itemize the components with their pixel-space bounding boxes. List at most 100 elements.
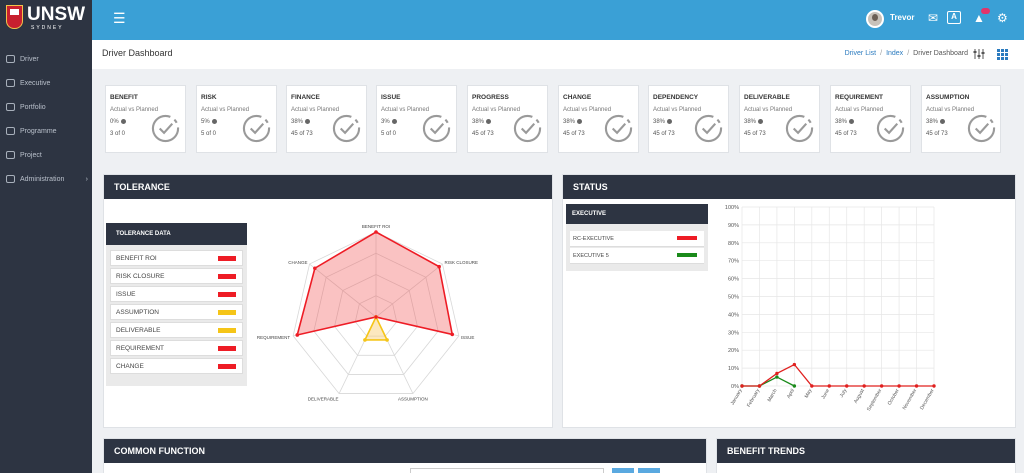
page-header: Driver Dashboard Driver List / Index / D… <box>92 40 1024 69</box>
metric-card-finance[interactable]: FINANCE Actual vs Planned 38% 45 of 73 <box>286 85 367 153</box>
metric-card-change[interactable]: CHANGE Actual vs Planned 38% 45 of 73 <box>558 85 639 153</box>
sidebar-item-label: Driver <box>20 55 39 63</box>
card-count: 45 of 73 <box>291 131 313 137</box>
info-icon[interactable] <box>211 119 217 124</box>
card-percentage-value: 38% <box>472 119 485 126</box>
line-point <box>914 384 919 388</box>
sidebar-item-executive[interactable]: Executive <box>6 76 90 90</box>
metric-card-dependency[interactable]: DEPENDENCY Actual vs Planned 38% 45 of 73 <box>648 85 729 153</box>
x-tick-label: March <box>766 388 778 403</box>
radar-axis-label: RISK CLOSURE <box>444 260 478 265</box>
x-tick-label: August <box>853 387 866 404</box>
status-title: STATUS <box>563 175 1015 199</box>
metric-card-assumption[interactable]: ASSUMPTION Actual vs Planned 38% 45 of 73 <box>921 85 1001 153</box>
info-icon[interactable] <box>577 119 583 124</box>
card-subtitle: Actual vs Planned <box>110 107 159 113</box>
brand-logo[interactable]: UNSW SYDNEY <box>0 0 92 40</box>
sidebar-item-administration[interactable]: Administration › <box>6 172 90 186</box>
card-subtitle: Actual vs Planned <box>201 107 250 113</box>
tolerance-data-table: TOLERANCE DATA BENEFIT ROI RISK CLOSURE IS… <box>106 223 247 386</box>
brand-subtitle: SYDNEY <box>31 25 64 31</box>
tolerance-indicator <box>218 346 236 351</box>
info-icon[interactable] <box>667 119 673 124</box>
x-tick-label: June <box>820 388 831 401</box>
tolerance-row: ASSUMPTION <box>110 304 243 320</box>
x-tick-label: January <box>730 388 744 407</box>
common-function-button-1[interactable] <box>612 468 634 473</box>
radar-point <box>313 266 317 271</box>
card-subtitle: Actual vs Planned <box>472 107 521 113</box>
card-title: DELIVERABLE <box>744 94 790 101</box>
card-subtitle: Actual vs Planned <box>744 107 793 113</box>
breadcrumb-driver-list[interactable]: Driver List <box>845 50 877 57</box>
card-percentage: 38% <box>563 119 583 125</box>
card-percentage: 38% <box>472 119 492 126</box>
sidebar-item-programme[interactable]: Programme <box>6 124 90 138</box>
chat-icon[interactable]: ✉ <box>928 11 938 25</box>
card-percentage-value: 3% <box>381 119 390 126</box>
sidebar-item-label: Executive <box>20 79 51 87</box>
check-circle-icon <box>422 114 451 143</box>
info-icon[interactable] <box>758 119 764 124</box>
tolerance-row: BENEFIT ROI <box>110 250 243 266</box>
folder-icon <box>6 103 15 111</box>
radar-point <box>450 332 455 337</box>
card-count: 45 of 73 <box>835 131 857 137</box>
breadcrumb-index[interactable]: Index <box>886 50 903 57</box>
metric-card-deliverable[interactable]: DELIVERABLE Actual vs Planned 38% 45 of 73 <box>739 85 820 153</box>
gear-icon[interactable]: ⚙ <box>997 11 1008 25</box>
tolerance-row: REQUIREMENT <box>110 340 243 356</box>
card-title: FINANCE <box>291 94 320 101</box>
translate-icon[interactable]: A <box>947 11 961 24</box>
metric-card-benefit[interactable]: BENEFIT Actual vs Planned 0% 3 of 0 <box>105 85 186 153</box>
status-line-chart: 0%10%20%30%40%50%60%70%80%90%100%January… <box>725 205 936 412</box>
line-point <box>932 384 936 388</box>
card-percentage-value: 38% <box>653 119 666 126</box>
card-percentage-value: 38% <box>926 119 939 126</box>
card-count: 45 of 73 <box>653 131 675 137</box>
card-count: 3 of 0 <box>110 131 126 137</box>
info-icon[interactable] <box>486 119 492 124</box>
check-circle-icon <box>604 114 633 143</box>
y-tick-label: 80% <box>728 241 739 247</box>
check-circle-icon <box>151 114 180 143</box>
info-icon[interactable] <box>849 119 855 124</box>
user-name[interactable]: Trevor <box>890 13 914 22</box>
tolerance-indicator <box>218 364 236 369</box>
sidebar-item-portfolio[interactable]: Portfolio <box>6 100 90 114</box>
metric-card-risk[interactable]: RISK Actual vs Planned 5% 5 of 0 <box>196 85 277 153</box>
radar-point <box>385 338 389 342</box>
card-count: 5 of 0 <box>381 131 397 137</box>
brand-name: UNSW <box>27 4 86 25</box>
sidebar-item-driver[interactable]: Driver <box>6 52 90 66</box>
info-icon[interactable] <box>391 119 397 124</box>
x-tick-label: November <box>902 388 919 411</box>
user-icon <box>6 175 15 183</box>
common-function-button-2[interactable] <box>638 468 660 473</box>
info-icon[interactable] <box>305 119 311 124</box>
sidebar-item-label: Portfolio <box>20 103 46 111</box>
card-title: REQUIREMENT <box>835 94 884 101</box>
tolerance-indicator <box>218 256 236 261</box>
info-icon[interactable] <box>120 119 126 124</box>
crest-icon <box>6 5 23 29</box>
y-tick-label: 20% <box>728 348 739 354</box>
check-circle-icon <box>967 114 996 143</box>
sidebar-item-label: Administration <box>20 175 65 183</box>
card-title: BENEFIT <box>110 94 138 101</box>
avatar[interactable] <box>866 10 884 28</box>
line-point <box>862 384 866 388</box>
sidebar-item-project[interactable]: Project <box>6 148 90 162</box>
status-legend-label: EXECUTIVE 5 <box>573 253 609 259</box>
info-icon[interactable] <box>940 119 946 124</box>
metric-card-progress[interactable]: PROGRESS Actual vs Planned 38% 45 of 73 <box>467 85 548 153</box>
card-percentage: 5% <box>201 119 217 125</box>
metric-card-issue[interactable]: ISSUE Actual vs Planned 3% 5 of 0 <box>376 85 457 153</box>
check-circle-icon <box>513 114 542 143</box>
apps-grid-icon[interactable] <box>997 49 1008 60</box>
filter-icon[interactable] <box>973 48 985 60</box>
common-function-input[interactable] <box>410 468 604 473</box>
menu-toggle-icon[interactable]: ☰ <box>113 11 126 25</box>
line-point <box>792 384 797 388</box>
metric-card-requirement[interactable]: REQUIREMENT Actual vs Planned 38% 45 of 73 <box>830 85 911 153</box>
